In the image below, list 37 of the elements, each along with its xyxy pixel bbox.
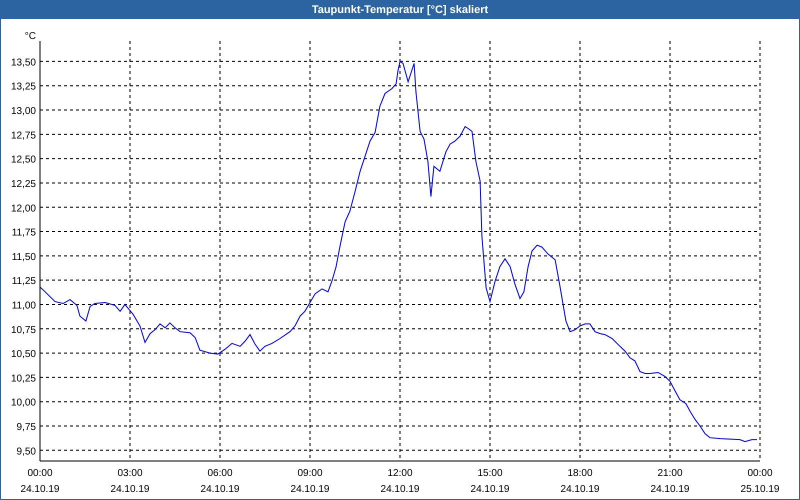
axis-label: 10,75 bbox=[10, 324, 36, 336]
date-label: 24.10.19 bbox=[200, 484, 240, 495]
axis-label: 9,50 bbox=[16, 446, 36, 458]
axis-label: 12,25 bbox=[10, 178, 36, 190]
date-label: 24.10.19 bbox=[290, 484, 330, 495]
axis-label: 11,00 bbox=[12, 300, 36, 312]
date-label: 24.10.19 bbox=[380, 484, 420, 495]
axis-label: 03:00 bbox=[117, 468, 143, 479]
date-label: 24.10.19 bbox=[650, 484, 690, 495]
window-title: Taupunkt-Temperatur [°C] skaliert bbox=[312, 2, 488, 18]
axis-label: 06:00 bbox=[207, 468, 233, 479]
date-label: 24.10.19 bbox=[470, 484, 510, 495]
axis-label: 12,75 bbox=[10, 130, 36, 142]
axis-label: 15:00 bbox=[477, 468, 503, 479]
axis-label: 11,75 bbox=[12, 228, 36, 239]
axis-label: 9,75 bbox=[16, 422, 36, 433]
axis-label: 18:00 bbox=[567, 468, 593, 479]
axis-label: 13,50 bbox=[10, 57, 36, 68]
date-label: 24.10.19 bbox=[110, 484, 150, 495]
date-label: 24.10.19 bbox=[560, 484, 600, 495]
date-label: 24.10.19 bbox=[20, 484, 60, 495]
axis-title: °C bbox=[24, 31, 36, 42]
axis-label: 09:00 bbox=[297, 468, 323, 479]
axis-label: 10,50 bbox=[10, 349, 36, 360]
axis-label: 11,25 bbox=[12, 276, 36, 288]
axis-label: 21:00 bbox=[657, 468, 683, 479]
axis-label: 13,25 bbox=[10, 82, 36, 93]
axis-label: 10,00 bbox=[10, 398, 36, 409]
axis-label: 00:00 bbox=[27, 468, 53, 479]
axis-label: 13,00 bbox=[10, 106, 36, 118]
axis-label: 11,50 bbox=[12, 252, 36, 263]
axis-label: 12,50 bbox=[10, 154, 36, 166]
axis-label: 10,25 bbox=[10, 373, 36, 384]
axis-label: 00:00 bbox=[747, 468, 773, 479]
axis-label: 12,00 bbox=[10, 203, 36, 214]
date-label: 25.10.19 bbox=[740, 484, 780, 495]
axis-label: 12:00 bbox=[387, 468, 413, 479]
